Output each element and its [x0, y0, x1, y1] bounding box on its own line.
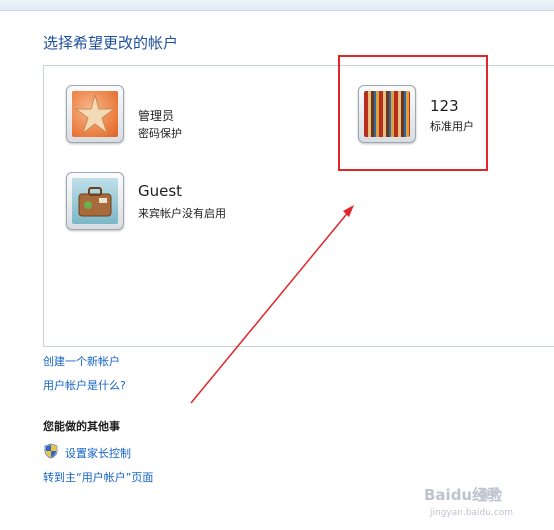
go-to-main-accounts-link[interactable]: 转到主“用户帐户”页面 [43, 469, 153, 485]
books-picture [364, 91, 410, 137]
uac-shield-icon [44, 443, 58, 459]
account-picture-frame [66, 172, 124, 230]
parental-controls-link[interactable]: 设置家长控制 [65, 445, 131, 461]
create-account-link[interactable]: 创建一个新帐户 [43, 353, 120, 369]
page-title: 选择希望更改的帐户 [43, 34, 179, 52]
starfish-picture [72, 91, 118, 137]
watermark-url: jingyan.baidu.com [430, 508, 514, 518]
account-picture-frame [358, 85, 416, 143]
account-name: Guest [138, 182, 183, 200]
account-name: 管理员 [138, 109, 175, 123]
other-tasks-heading: 您能做的其他事 [43, 420, 120, 433]
account-status: 标准用户 [430, 120, 474, 133]
account-tile-123[interactable]: 123 标准用户 [358, 85, 483, 145]
window-top-band [0, 0, 554, 11]
account-name: 123 [430, 97, 459, 115]
account-tile-administrator[interactable]: 管理员 密码保护 [66, 85, 266, 145]
account-picture-frame [66, 85, 124, 143]
watermark-text: Baidu经验 [424, 486, 503, 504]
account-status: 来宾帐户没有启用 [138, 207, 226, 220]
account-tile-guest[interactable]: Guest 来宾帐户没有启用 [66, 172, 266, 232]
suitcase-picture [72, 178, 118, 224]
what-is-account-link[interactable]: 用户帐户是什么? [43, 377, 126, 393]
account-status: 密码保护 [138, 127, 182, 140]
baidu-watermark: Baidu经验 jingyan.baidu.com [424, 478, 544, 526]
